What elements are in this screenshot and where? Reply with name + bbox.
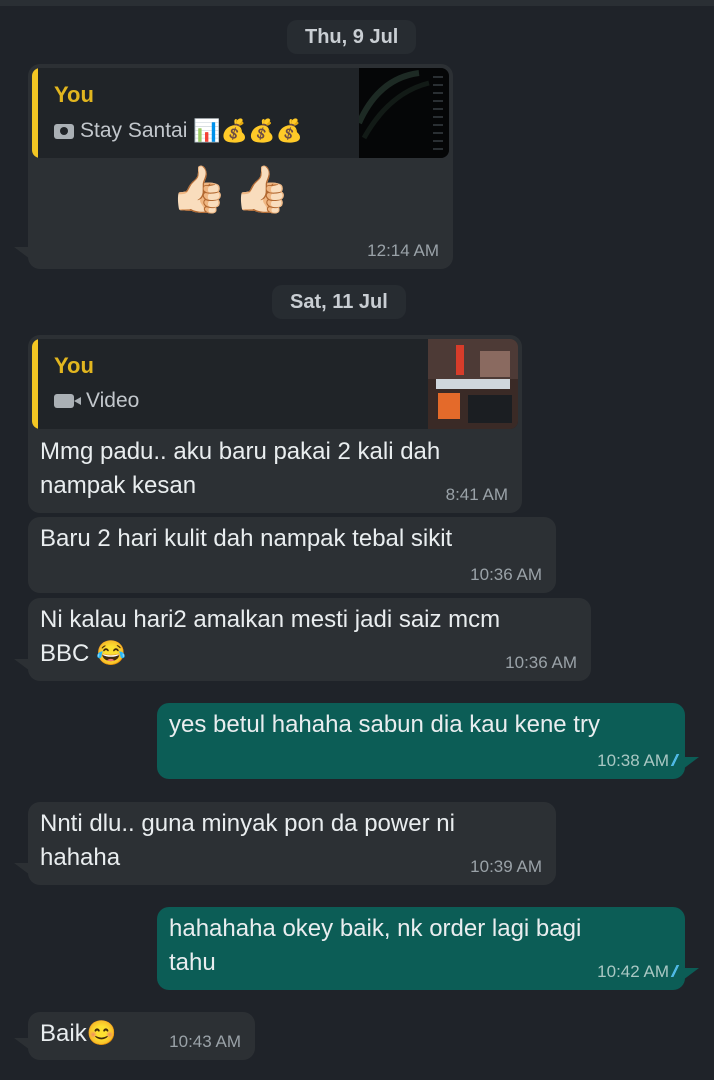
message-time: 10:42 AM <box>597 962 669 981</box>
message-time: 10:36 AM <box>505 653 577 672</box>
message-bubble-incoming[interactable]: You Video Mmg padu.. aku baru pakai 2 ka… <box>28 335 522 513</box>
message-text: hahahaha okey baik, nk order lagi bagi <box>169 915 582 942</box>
message-time: 10:36 AM <box>470 565 542 584</box>
message-bubble-incoming[interactable]: You Stay Santai 📊💰💰💰 👍🏻👍🏻 12:14 AM <box>14 64 453 269</box>
video-thumbnail[interactable] <box>428 339 518 429</box>
message-text: BBC 😂 <box>40 640 126 667</box>
quote-author: You <box>54 82 94 107</box>
message-time: 10:38 AM <box>597 751 669 770</box>
quoted-message[interactable]: You Stay Santai 📊💰💰💰 <box>32 68 449 158</box>
message-bubble-incoming[interactable]: Ni kalau hari2 amalkan mesti jadi saiz m… <box>14 598 591 681</box>
quote-author: You <box>54 353 94 378</box>
top-bar <box>0 0 714 6</box>
image-thumbnail[interactable] <box>356 68 449 158</box>
message-text: Ni kalau hari2 amalkan mesti jadi saiz m… <box>40 606 501 633</box>
message-text: hahaha <box>40 844 121 871</box>
message-text: tahu <box>169 949 216 976</box>
message-bubble-outgoing[interactable]: hahahaha okey baik, nk order lagi bagi t… <box>157 907 699 990</box>
quote-accent-bar <box>32 339 38 429</box>
message-time: 12:14 AM <box>367 241 439 260</box>
message-bubble-incoming[interactable]: Baik😊 10:43 AM <box>14 1012 255 1060</box>
quote-text: Stay Santai <box>80 119 188 142</box>
message-bubble-incoming[interactable]: Baru 2 hari kulit dah nampak tebal sikit… <box>28 517 556 593</box>
date-separator: Thu, 9 Jul <box>287 20 417 54</box>
message-bubble-incoming[interactable]: Nnti dlu.. guna minyak pon da power ni h… <box>14 802 556 885</box>
message-text: Nnti dlu.. guna minyak pon da power ni <box>40 810 455 837</box>
message-text: Baik😊 <box>40 1020 117 1047</box>
video-icon <box>54 394 81 408</box>
quote-preview: Stay Santai 📊💰💰💰 <box>54 118 303 144</box>
quote-text: Video <box>86 389 140 412</box>
quote-preview: Video <box>54 389 139 413</box>
message-text: nampak kesan <box>40 472 197 499</box>
message-meta: 10:38 AM// <box>597 751 679 771</box>
message-text: Mmg padu.. aku baru pakai 2 kali dah <box>40 438 441 465</box>
quote-emojis: 📊💰💰💰 <box>193 118 303 143</box>
quote-accent-bar <box>32 68 38 158</box>
message-text: yes betul hahaha sabun dia kau kene try <box>169 711 600 738</box>
message-time: 8:41 AM <box>445 485 508 504</box>
message-text: Baru 2 hari kulit dah nampak tebal sikit <box>40 525 453 552</box>
date-separator: Sat, 11 Jul <box>272 285 406 319</box>
message-time: 10:43 AM <box>169 1032 241 1051</box>
quoted-message[interactable]: You Video <box>32 339 518 429</box>
message-time: 10:39 AM <box>470 857 542 876</box>
message-bubble-outgoing[interactable]: yes betul hahaha sabun dia kau kene try … <box>157 703 699 779</box>
message-meta: 10:42 AM// <box>597 962 679 982</box>
camera-icon <box>54 123 74 139</box>
thumbs-up-emoji: 👍🏻👍🏻 <box>170 163 297 215</box>
